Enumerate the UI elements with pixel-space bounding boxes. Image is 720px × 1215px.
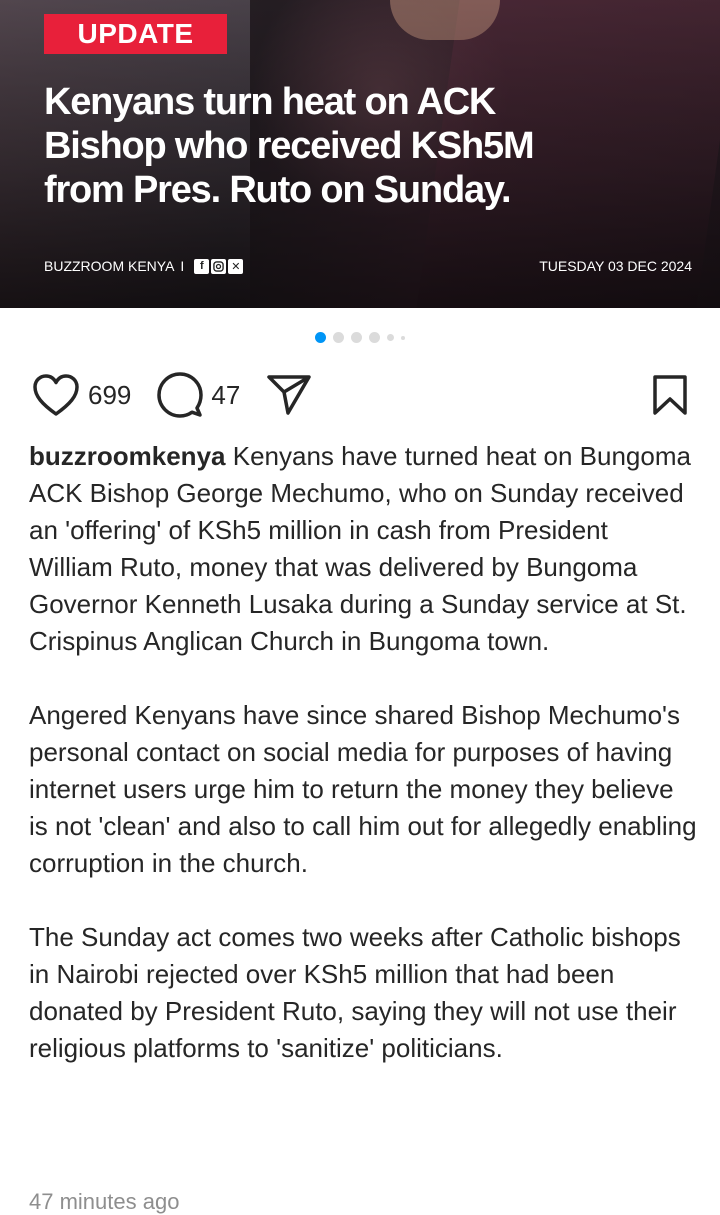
brand-name: BUZZROOM KENYA [44, 258, 175, 274]
caption-text-1: Kenyans have turned heat on Bungoma ACK … [29, 441, 691, 656]
carousel-dot [333, 332, 344, 343]
comment-action[interactable]: 47 [157, 372, 240, 418]
comment-icon[interactable] [157, 372, 204, 418]
post-image[interactable]: UPDATE Kenyans turn heat on ACK Bishop w… [0, 0, 720, 308]
facebook-icon: f [194, 258, 210, 274]
share-icon[interactable] [266, 374, 312, 416]
comment-count: 47 [211, 379, 241, 410]
caption-paragraph-3: The Sunday act comes two weeks after Cat… [29, 922, 681, 1063]
carousel-dot [369, 332, 380, 343]
instagram-icon [211, 258, 227, 274]
save-action[interactable] [652, 374, 688, 416]
x-icon: ✕ [228, 258, 244, 274]
update-badge: UPDATE [44, 14, 227, 54]
carousel-dot [387, 334, 394, 341]
social-icons: f ✕ [194, 258, 244, 274]
like-action[interactable]: 699 [32, 373, 131, 417]
carousel-dot [351, 332, 362, 343]
caption-paragraph-1: buzzroomkenya Kenyans have turned heat o… [29, 438, 697, 660]
caption-username[interactable]: buzzroomkenya [29, 441, 226, 471]
post-date: TUESDAY 03 DEC 2024 [539, 258, 692, 274]
like-count: 699 [88, 379, 132, 410]
share-action[interactable] [266, 374, 312, 416]
carousel-dot [401, 335, 405, 340]
brand-separator: I [180, 258, 185, 274]
caption-paragraph-2: Angered Kenyans have since shared Bishop… [29, 700, 697, 878]
heart-icon[interactable] [32, 373, 80, 417]
brand-row: BUZZROOM KENYA I f ✕ [44, 258, 244, 274]
action-bar: 699 47 [32, 370, 688, 420]
bookmark-icon[interactable] [652, 374, 688, 416]
post-caption: buzzroomkenya Kenyans have turned heat o… [29, 438, 697, 1104]
carousel-indicator [0, 332, 720, 343]
carousel-dot-active [315, 332, 326, 343]
post-timestamp: 47 minutes ago [29, 1189, 180, 1214]
post-headline: Kenyans turn heat on ACK Bishop who rece… [44, 81, 535, 211]
